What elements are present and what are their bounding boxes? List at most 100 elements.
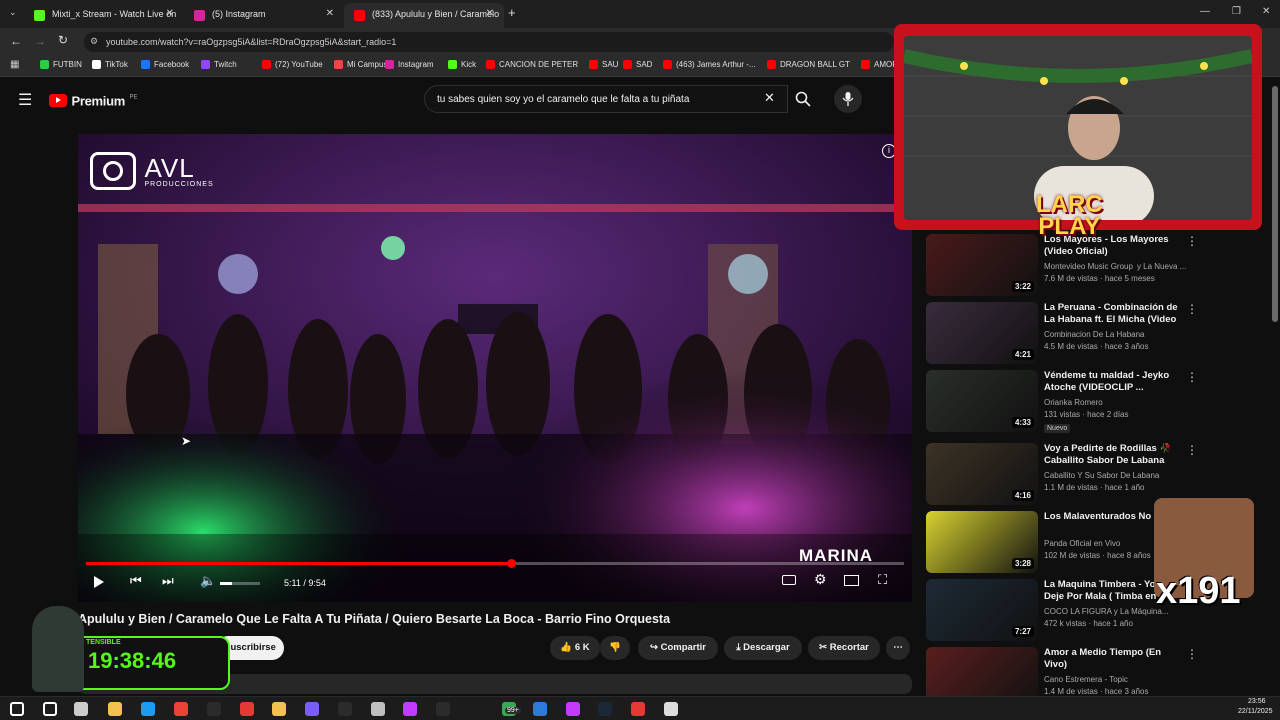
edge-icon[interactable] — [141, 702, 155, 716]
youtube-logo[interactable]: Premium PE — [49, 92, 137, 110]
previous-icon[interactable]: ⏮ — [130, 573, 142, 589]
address-bar[interactable]: ⚙ youtube.com/watch?v=raOgzpsg5iA&list=R… — [84, 32, 894, 52]
more-options-icon[interactable]: ⋮ — [1186, 370, 1198, 384]
app-icon[interactable] — [108, 702, 122, 716]
maximize-icon[interactable]: ❐ — [1232, 6, 1241, 17]
bookmark-item[interactable]: FUTBIN — [40, 60, 82, 69]
word-icon[interactable] — [533, 702, 547, 716]
video-thumbnail[interactable]: 4:21 — [926, 302, 1038, 364]
browser-tab-instagram[interactable]: (5) Instagram ✕ — [184, 3, 344, 28]
voice-search-button[interactable] — [834, 85, 862, 113]
more-options-icon[interactable]: ⋮ — [1186, 234, 1198, 248]
video-thumbnail[interactable]: 4:16 — [926, 443, 1038, 505]
forward-icon[interactable]: → — [34, 34, 46, 48]
bookmark-item[interactable]: SAU — [589, 60, 618, 69]
video-thumbnail[interactable]: 4:33 — [926, 370, 1038, 432]
close-icon[interactable]: ✕ — [166, 8, 174, 19]
clip-button[interactable]: ✂ Recortar — [808, 636, 880, 660]
bookmark-item[interactable]: (463) James Arthur -... — [663, 60, 756, 69]
apps-grid-icon[interactable]: ▦ — [10, 59, 19, 70]
app-icon[interactable] — [631, 702, 645, 716]
recommendation-title[interactable]: La Peruana - Combinación de La Habana ft… — [1044, 302, 1184, 327]
recommendation-title[interactable]: Amor a Medio Tiempo (En Vivo) — [1044, 647, 1184, 671]
channel-name[interactable]: Caballito Y Su Sabor De Labana — [1044, 471, 1159, 480]
bookmark-item[interactable]: Kick — [448, 60, 476, 69]
channel-name[interactable]: Cano Estremera - Topic — [1044, 675, 1128, 684]
file-explorer-icon[interactable] — [272, 702, 286, 716]
bookmark-item[interactable]: TikTok — [92, 60, 128, 69]
like-button[interactable]: 👍 6 K — [550, 636, 600, 660]
progress-bar[interactable] — [86, 559, 904, 568]
bookmark-item[interactable]: SAD — [623, 60, 652, 69]
chrome-icon[interactable] — [174, 702, 188, 716]
app-icon[interactable] — [338, 702, 352, 716]
more-options-icon[interactable]: ⋮ — [1186, 302, 1198, 316]
windows-start-icon[interactable] — [10, 702, 24, 716]
recommendation-title[interactable]: Voy a Pedirte de Rodillas 🥀 Caballito Sa… — [1044, 443, 1184, 467]
video-thumbnail[interactable]: 3:22 — [926, 234, 1038, 296]
channel-name[interactable]: COCO LA FIGURA y La Máquina... — [1044, 607, 1169, 616]
next-icon[interactable]: ⏭ — [162, 573, 174, 589]
volume-slider[interactable] — [220, 582, 260, 585]
app-icon[interactable] — [240, 702, 254, 716]
minimize-icon[interactable]: — — [1200, 6, 1210, 17]
menu-icon[interactable]: ☰ — [18, 90, 32, 110]
task-view-icon[interactable] — [74, 702, 88, 716]
fullscreen-icon[interactable]: ⛶ — [878, 572, 887, 588]
search-button[interactable] — [788, 85, 818, 113]
new-tab-icon[interactable]: + — [508, 5, 516, 20]
bookmark-item[interactable]: Twitch — [201, 60, 237, 69]
channel-name[interactable]: Orianka Romero — [1044, 398, 1103, 407]
recommendation-title[interactable]: Véndeme tu maldad - Jeyko Atoche (VIDEOC… — [1044, 370, 1184, 394]
reload-icon[interactable]: ↻ — [58, 33, 68, 47]
bookmark-item[interactable]: Instagram — [385, 60, 434, 69]
download-button[interactable]: ⤓ Descargar — [724, 636, 802, 660]
bookmark-item[interactable]: Mi Campus — [334, 60, 387, 69]
streamer-avatar — [32, 606, 84, 692]
settings-icon[interactable]: ⚙ — [814, 571, 827, 588]
recommendation-item[interactable]: 3:22 Los Mayores - Los Mayores (Video Ofi… — [926, 234, 1256, 298]
app-icon[interactable] — [403, 702, 417, 716]
more-actions-button[interactable]: ⋯ — [886, 636, 910, 660]
more-options-icon[interactable]: ⋮ — [1186, 443, 1198, 457]
miniplayer-icon[interactable] — [844, 575, 859, 586]
video-thumbnail[interactable]: 7:27 — [926, 579, 1038, 641]
bookmark-item[interactable]: (72) YouTube — [262, 60, 323, 69]
tab-search-icon[interactable]: ⌄ — [9, 7, 17, 18]
play-icon[interactable] — [94, 576, 104, 588]
search-input[interactable]: tu sabes quien soy yo el caramelo que le… — [424, 85, 788, 113]
browser-tab-kick[interactable]: Mixti_x Stream - Watch Live on ✕ — [24, 3, 184, 28]
app-icon[interactable] — [305, 702, 319, 716]
video-thumbnail[interactable]: 3:28 — [926, 511, 1038, 573]
app-icon[interactable] — [371, 702, 385, 716]
subtitles-icon[interactable] — [782, 575, 796, 585]
channel-name[interactable]: Montevideo Music Group y La Nueva ... — [1044, 262, 1186, 271]
bookmark-item[interactable]: Facebook — [141, 60, 189, 69]
scrollbar[interactable] — [1272, 86, 1278, 322]
clear-search-icon[interactable]: ✕ — [764, 90, 775, 106]
window-close-icon[interactable]: ✕ — [1262, 6, 1270, 17]
recommendation-item[interactable]: 4:33 Véndeme tu maldad - Jeyko Atoche (VI… — [926, 370, 1256, 434]
steam-icon[interactable] — [598, 702, 612, 716]
app-icon[interactable] — [207, 702, 221, 716]
close-icon[interactable]: ✕ — [486, 8, 494, 19]
back-icon[interactable]: ← — [10, 34, 22, 48]
recommendation-item[interactable]: 4:21 La Peruana - Combinación de La Haban… — [926, 302, 1256, 366]
bookmark-item[interactable]: DRAGON BALL GT — [767, 60, 850, 69]
bookmark-item[interactable]: CANCION DE PETER — [486, 60, 578, 69]
search-icon[interactable] — [43, 702, 57, 716]
channel-name[interactable]: Panda Oficial en Vivo — [1044, 539, 1120, 548]
app-icon[interactable] — [566, 702, 580, 716]
app-icon[interactable] — [664, 702, 678, 716]
bookmark-item[interactable]: AMOR — [861, 60, 898, 69]
browser-tab-youtube[interactable]: (833) Apululu y Bien / Caramelo ✕ — [344, 3, 504, 28]
dislike-button[interactable]: 👎 — [600, 636, 630, 660]
volume-icon[interactable]: 🔈 — [200, 573, 216, 589]
site-info-icon[interactable]: ⚙ — [90, 36, 98, 47]
share-button[interactable]: ↪ Compartir — [638, 636, 718, 660]
more-options-icon[interactable]: ⋮ — [1186, 647, 1198, 661]
close-icon[interactable]: ✕ — [326, 8, 334, 19]
app-icon[interactable] — [436, 702, 450, 716]
channel-name[interactable]: Combinacion De La Habana — [1044, 330, 1145, 339]
video-player[interactable]: AVL PRODUCCIONES i MARINA ➤ — [78, 134, 912, 602]
